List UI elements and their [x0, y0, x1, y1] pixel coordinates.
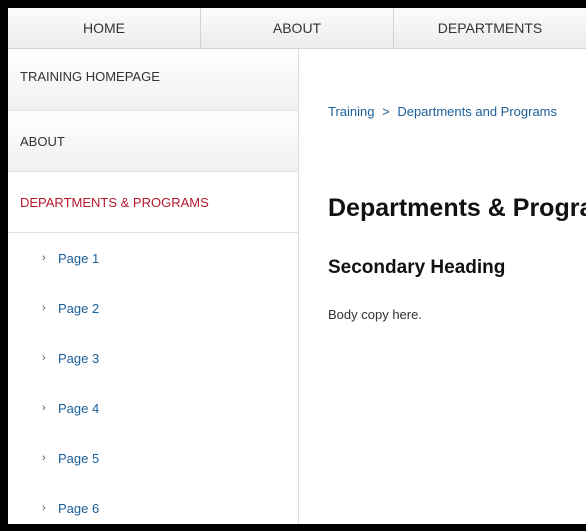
nav-home[interactable]: HOME: [8, 8, 201, 48]
sidebar-subitem-page-4[interactable]: › Page 4: [8, 383, 298, 433]
breadcrumb-separator: >: [382, 104, 390, 119]
sidebar-subitem-page-3[interactable]: › Page 3: [8, 333, 298, 383]
sidebar-item-departments-programs[interactable]: DEPARTMENTS & PROGRAMS: [8, 172, 298, 233]
secondary-heading: Secondary Heading: [328, 257, 506, 278]
breadcrumb-current[interactable]: Departments and Programs: [397, 104, 557, 119]
sidebar-item-label: TRAINING HOMEPAGE: [20, 69, 160, 84]
breadcrumb-link-training[interactable]: Training: [328, 104, 374, 119]
sidebar-subitem-page-6[interactable]: › Page 6: [8, 483, 298, 524]
page-title: Departments & Programs: [328, 194, 586, 222]
body-copy: Body copy here.: [328, 307, 422, 322]
chevron-right-icon: ›: [42, 402, 46, 414]
sidebar-subitem-label: Page 1: [58, 250, 100, 266]
chevron-right-icon: ›: [42, 502, 46, 514]
sidebar-item-training-homepage[interactable]: TRAINING HOMEPAGE: [8, 49, 298, 111]
main-content: Training > Departments and Programs Depa…: [299, 49, 586, 524]
sidebar-item-label: ABOUT: [20, 133, 65, 149]
nav-departments[interactable]: DEPARTMENTS: [394, 8, 586, 48]
sidebar-subitem-label: Page 5: [58, 450, 100, 466]
sidebar-subitem-page-5[interactable]: › Page 5: [8, 433, 298, 483]
sidebar: TRAINING HOMEPAGE ABOUT DEPARTMENTS & PR…: [8, 49, 299, 524]
sidebar-item-about[interactable]: ABOUT: [8, 111, 298, 172]
chevron-right-icon: ›: [42, 352, 46, 364]
sidebar-subitem-label: Page 6: [58, 500, 100, 516]
sidebar-subitem-label: Page 4: [58, 400, 100, 416]
sidebar-subitem-label: Page 2: [58, 300, 100, 316]
top-navigation: HOME ABOUT DEPARTMENTS: [8, 8, 586, 49]
sidebar-subitem-page-2[interactable]: › Page 2: [8, 283, 298, 333]
sidebar-subitem-page-1[interactable]: › Page 1: [8, 233, 298, 283]
sidebar-item-label: DEPARTMENTS & PROGRAMS: [20, 194, 209, 210]
sidebar-subitem-label: Page 3: [58, 350, 100, 366]
nav-about[interactable]: ABOUT: [201, 8, 394, 48]
page-frame: HOME ABOUT DEPARTMENTS TRAINING HOMEPAGE…: [8, 8, 586, 524]
chevron-right-icon: ›: [42, 302, 46, 314]
chevron-right-icon: ›: [42, 452, 46, 464]
chevron-right-icon: ›: [42, 252, 46, 264]
breadcrumb: Training > Departments and Programs: [328, 104, 557, 119]
